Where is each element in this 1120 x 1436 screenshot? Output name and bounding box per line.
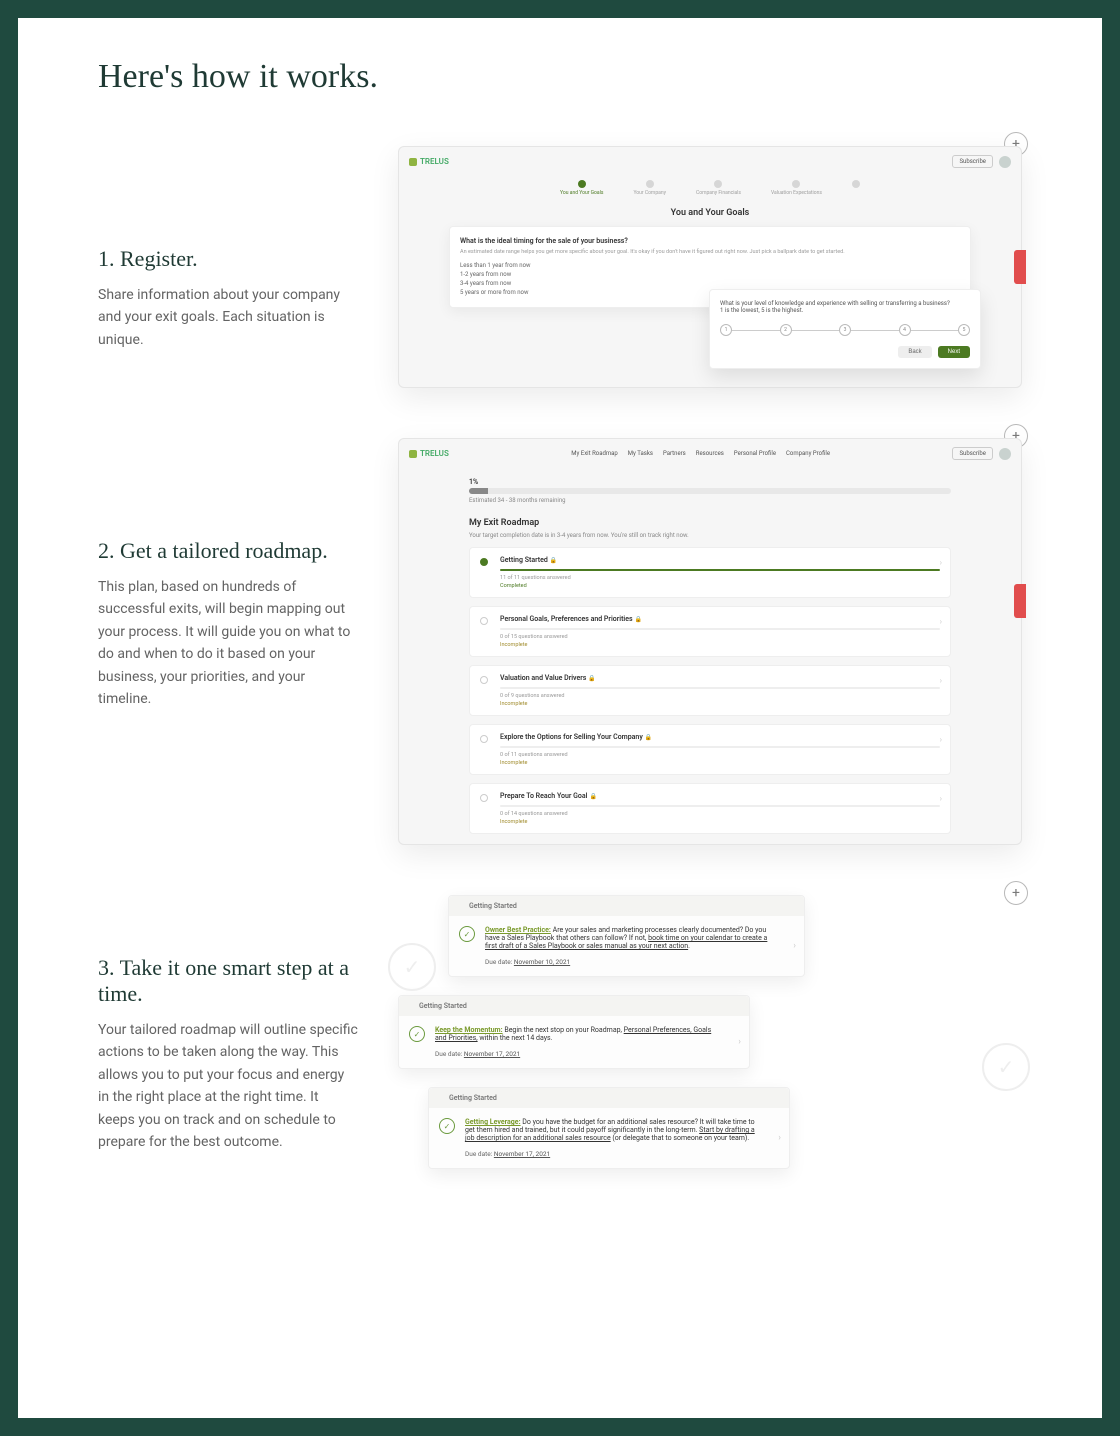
app-logo: TRELUS	[409, 449, 449, 458]
roadmap-stage[interactable]: Prepare To Reach Your Goal🔒0 of 14 quest…	[469, 783, 951, 834]
radio-option[interactable]: Less than 1 year from now	[460, 261, 960, 270]
app-logo: TRELUS	[409, 157, 449, 166]
step-2-row: 2. Get a tailored roadmap. This plan, ba…	[98, 438, 1022, 845]
roadmap-stage[interactable]: Getting Started🔒11 of 11 questions answe…	[469, 547, 951, 598]
feedback-tab[interactable]	[1014, 584, 1026, 618]
page-title: Here's how it works.	[98, 58, 1022, 96]
roadmap-stage[interactable]: Personal Goals, Preferences and Prioriti…	[469, 606, 951, 657]
check-ghost-icon: ✓	[982, 1043, 1030, 1091]
task-card[interactable]: Getting Started✓Getting Leverage: Do you…	[428, 1087, 790, 1169]
step-3-row: 3. Take it one smart step at a time. You…	[98, 895, 1022, 1175]
roadmap-stage[interactable]: Valuation and Value Drivers🔒0 of 9 quest…	[469, 665, 951, 716]
subscribe-button[interactable]: Subscribe	[952, 447, 993, 460]
nav-item[interactable]: Personal Profile	[734, 450, 776, 457]
feedback-tab[interactable]	[1014, 250, 1026, 284]
check-icon[interactable]: ✓	[439, 1118, 455, 1134]
step-3-title: 3. Take it one smart step at a time.	[98, 955, 358, 1007]
step-2-preview: + TRELUS My Exit Roadmap My Tasks Partne…	[398, 438, 1022, 845]
step-3-text: 3. Take it one smart step at a time. You…	[98, 895, 358, 1153]
radio-option[interactable]: 1-2 years from now	[460, 270, 960, 279]
check-icon[interactable]: ✓	[409, 1026, 425, 1042]
nav-item[interactable]: My Exit Roadmap	[571, 450, 618, 457]
avatar[interactable]	[999, 448, 1011, 460]
progress-bar	[469, 488, 951, 494]
task-card[interactable]: Getting Started✓Keep the Momentum: Begin…	[398, 995, 750, 1069]
form-heading: You and Your Goals	[399, 208, 1021, 218]
step-1-preview: + TRELUS Subscribe You and Your Goals Yo…	[398, 146, 1022, 388]
nav-item[interactable]: Resources	[696, 450, 724, 457]
nav-item[interactable]: My Tasks	[628, 450, 653, 457]
roadmap-title: My Exit Roadmap	[469, 518, 951, 528]
outer-frame: Here's how it works. 1. Register. Share …	[0, 0, 1120, 1436]
roadmap-sub: Your target completion date is in 3-4 ye…	[469, 532, 951, 539]
step-2-text: 2. Get a tailored roadmap. This plan, ba…	[98, 438, 358, 710]
next-button[interactable]: Next	[938, 346, 970, 358]
subscribe-button[interactable]: Subscribe	[952, 155, 993, 168]
step-1-row: 1. Register. Share information about you…	[98, 146, 1022, 388]
stepper: You and Your Goals Your Company Company …	[399, 176, 1021, 198]
nav-item[interactable]: Company Profile	[786, 450, 830, 457]
task-card[interactable]: Getting Started✓Owner Best Practice: Are…	[448, 895, 805, 977]
rating-scale[interactable]: 12345	[720, 324, 970, 336]
step-1-title: 1. Register.	[98, 246, 358, 272]
step-3-preview: + ✓ ✓ Getting Started✓Owner Best Practic…	[398, 895, 1022, 1175]
question-card-2: What is your level of knowledge and expe…	[709, 289, 981, 369]
nav-item[interactable]: Partners	[663, 450, 686, 457]
step-2-title: 2. Get a tailored roadmap.	[98, 538, 358, 564]
radio-option[interactable]: 3-4 years from now	[460, 279, 960, 288]
progress-pct: 1%	[469, 478, 951, 486]
step-2-body: This plan, based on hundreds of successf…	[98, 576, 358, 710]
roadmap-mock: TRELUS My Exit Roadmap My Tasks Partners…	[398, 438, 1022, 845]
step-3-body: Your tailored roadmap will outline speci…	[98, 1019, 358, 1153]
step-1-body: Share information about your company and…	[98, 284, 358, 351]
avatar[interactable]	[999, 156, 1011, 168]
page: Here's how it works. 1. Register. Share …	[18, 18, 1102, 1418]
step-1-text: 1. Register. Share information about you…	[98, 146, 358, 351]
progress-sub: Estimated 34 - 38 months remaining	[469, 497, 951, 504]
registration-mock: TRELUS Subscribe You and Your Goals Your…	[398, 146, 1022, 388]
back-button[interactable]: Back	[898, 346, 931, 358]
roadmap-stage[interactable]: Explore the Options for Selling Your Com…	[469, 724, 951, 775]
check-icon[interactable]: ✓	[459, 926, 475, 942]
check-ghost-icon: ✓	[388, 943, 436, 991]
top-nav: My Exit Roadmap My Tasks Partners Resour…	[571, 450, 830, 457]
